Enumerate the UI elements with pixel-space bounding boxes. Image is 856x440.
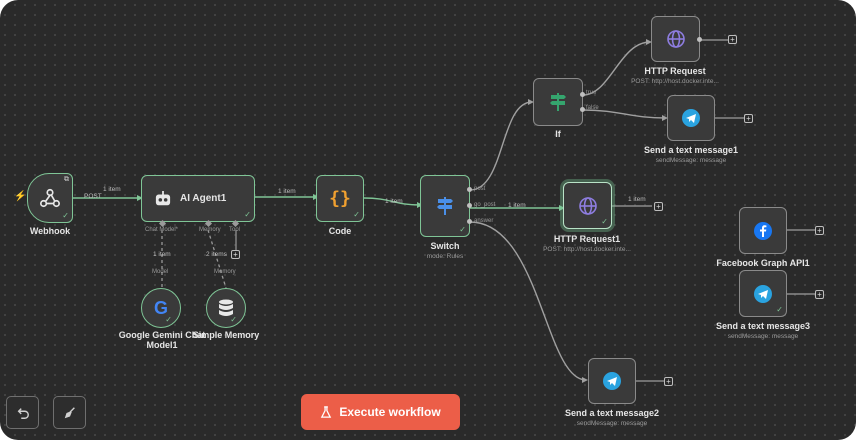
node-title: HTTP Request [644,66,706,76]
success-check-icon: ✓ [165,315,172,324]
node-if[interactable] [533,78,583,126]
node-title: Facebook Graph API1 [716,258,810,268]
output-port[interactable] [467,203,472,208]
facebook-icon [754,221,772,240]
undo-button[interactable] [6,396,39,429]
node-send-text-3[interactable]: ✓ [739,270,787,317]
success-check-icon: ✓ [459,225,466,234]
node-gemini-chat-model[interactable]: G ✓ [141,288,181,328]
add-node-button[interactable]: + [815,226,824,235]
node-subtitle: mode: Rules [426,253,464,260]
undo-icon [17,407,29,419]
broom-icon [64,406,75,418]
output-label-go-post: go_post [474,202,496,208]
success-check-icon: ✓ [244,210,251,219]
execute-workflow-label: Execute workflow [339,405,441,419]
telegram-icon [682,109,700,127]
output-port[interactable] [467,187,472,192]
success-check-icon: ✓ [601,217,608,226]
edge-count-label: 1 item [628,196,646,203]
globe-icon [578,196,597,215]
port-label-memory: Memory [214,269,236,275]
node-ai-agent[interactable]: AI Agent1 ✓ [141,175,255,222]
success-check-icon: ✓ [230,315,237,324]
node-send-text-2[interactable] [588,358,636,404]
edge-switch-if [469,101,533,191]
node-title: Simple Memory [192,330,260,340]
output-port[interactable] [697,37,702,42]
add-node-button[interactable]: + [744,114,753,123]
success-check-icon: ✓ [776,305,783,314]
success-check-icon: ✓ [353,210,360,219]
braces-icon: {} [329,188,351,209]
edge-count-label: 2 items [206,251,227,258]
output-label-false: false [586,105,599,111]
globe-icon [666,30,685,48]
node-title: AI Agent1 [180,193,227,204]
node-webhook[interactable]: ⧉ ✓ [27,173,73,223]
port-label-model: Model [152,269,169,275]
add-tool-button[interactable]: + [231,250,240,259]
node-subtitle: sendMessage: message [576,420,648,427]
edge-count-label: 1 item [385,198,403,205]
node-title: Send a text message2 [564,408,660,418]
telegram-icon [603,372,621,390]
port-label-chat-model: Chat Model* [145,227,179,233]
node-http-request-1[interactable]: ✓ [563,182,612,229]
add-node-button[interactable]: + [664,377,673,386]
node-send-text-1[interactable] [667,95,715,141]
edge-method-label: POST [84,193,102,200]
webhook-icon [40,188,60,208]
edge-memory-agent [207,229,227,289]
port-label-tool: Tool [229,227,241,233]
add-node-button[interactable]: + [815,290,824,299]
execute-workflow-button[interactable]: Execute workflow [301,394,460,430]
output-label-true: true [586,90,597,96]
robot-icon [155,190,171,205]
node-title: Webhook [29,226,71,236]
node-code[interactable]: {} ✓ [316,175,364,222]
bolt-icon: ⚡ [14,191,27,202]
node-switch[interactable]: ✓ [420,175,470,237]
edge-count-label: 1 item [153,251,171,258]
node-subtitle: POST: http://host.docker.inte... [543,246,631,253]
switch-signpost-icon [437,197,453,215]
node-subtitle: sendMessage: message [727,333,799,340]
if-signpost-icon [550,93,566,111]
edge-count-label: 1 item [278,188,296,195]
output-port-true[interactable] [580,92,585,97]
tidy-up-button[interactable] [53,396,86,429]
flask-icon [321,405,332,418]
node-http-request[interactable] [651,16,700,62]
node-facebook-graph-api[interactable] [739,207,787,254]
output-port-false[interactable] [580,107,585,112]
node-title: Switch [430,241,460,251]
port-label-memory: Memory [199,227,221,233]
output-port[interactable] [467,219,472,224]
edge-count-label: 1 item [103,186,121,193]
edge-count-label: 1 item [508,202,526,209]
add-node-button[interactable]: + [728,35,737,44]
node-simple-memory[interactable]: ✓ [206,288,246,328]
open-icon: ⧉ [64,176,69,183]
add-node-button[interactable]: + [654,202,663,211]
workflow-canvas[interactable]: ⚡ ⧉ ✓ Webhook POST 1 item AI Agent1 ✓ Ch… [0,0,856,440]
node-title: Send a text message3 [715,321,811,331]
output-label-answer: answer [474,218,494,224]
node-subtitle: sendMessage: message [655,157,727,164]
telegram-icon [754,284,772,303]
output-label-post: post [474,186,486,192]
edge-if-send1 [582,109,667,119]
node-title: Code [328,226,352,236]
node-subtitle: POST: http://host.docker.inte... [631,78,719,85]
node-title: If [555,129,561,139]
node-title: Send a text message1 [643,145,739,155]
node-title: HTTP Request1 [553,234,621,244]
success-check-icon: ✓ [62,211,69,220]
